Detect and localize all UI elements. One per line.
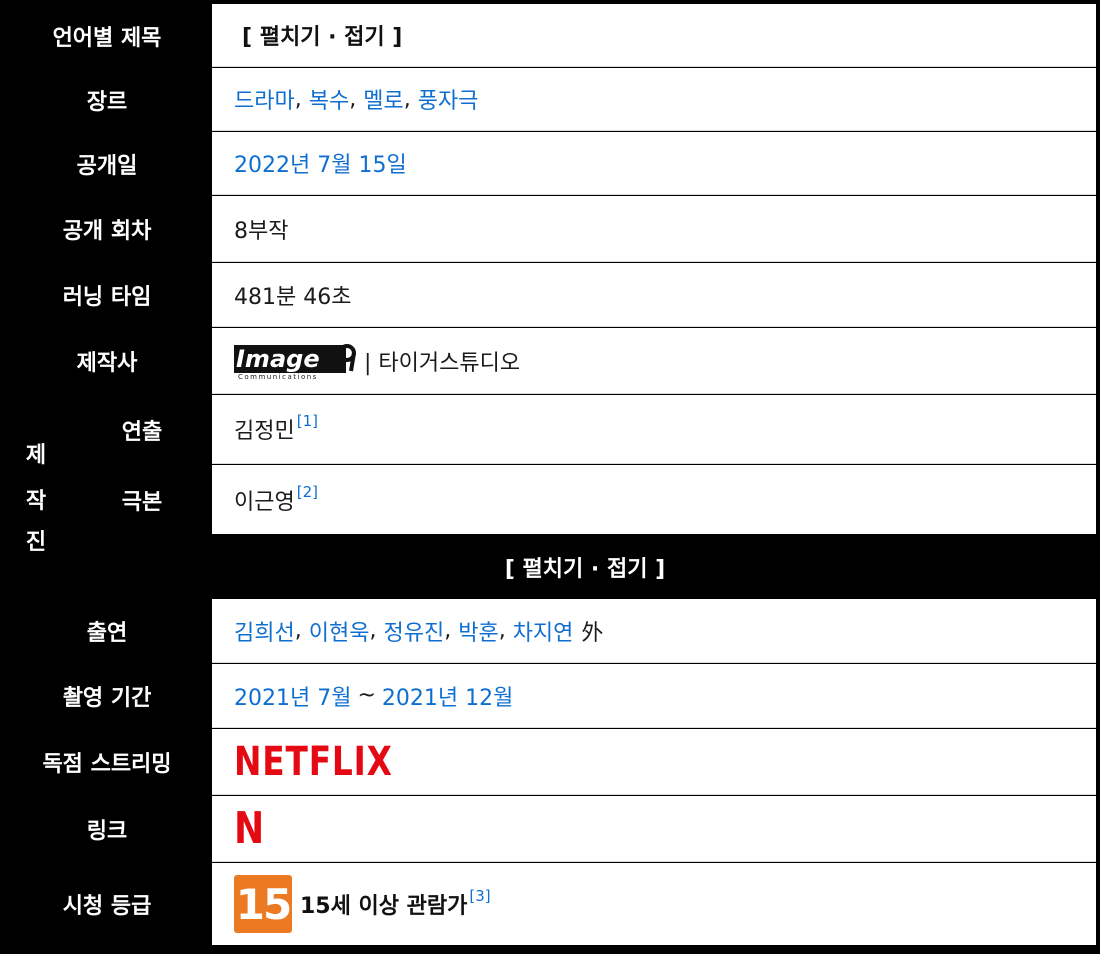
staff-label-char: 제	[25, 443, 47, 468]
age-15-badge-icon[interactable]: 15	[234, 875, 292, 933]
expand-collapse-button[interactable]: [ 펼치기 · 접기 ]	[242, 19, 402, 51]
separator: ,	[498, 618, 513, 643]
cast-link[interactable]: 박훈	[458, 615, 498, 647]
director-name: 김정민	[234, 419, 295, 444]
exclusive-streaming-value: NETFLIX	[212, 729, 1096, 795]
cast-link[interactable]: 차지연	[513, 615, 574, 647]
tilde: ~	[357, 683, 376, 708]
label-genre: 장르	[4, 68, 210, 131]
genre-link[interactable]: 복수	[309, 83, 349, 115]
logo-subtext: Communications	[238, 372, 318, 381]
rating-value: 15 15세 이상 관람가 [3]	[212, 863, 1096, 945]
genre-value: 드라마, 복수, 멜로, 풍자극	[212, 68, 1096, 131]
label-exclusive-streaming: 독점 스트리밍	[4, 729, 210, 795]
logo-word: Image	[236, 344, 320, 373]
cast-link[interactable]: 이현욱	[309, 615, 370, 647]
label-director: 연출	[74, 395, 210, 464]
filming-start-link[interactable]: 2021년 7월	[234, 680, 351, 712]
cast-link[interactable]: 정유진	[383, 615, 444, 647]
separator: ,	[294, 618, 309, 643]
title-by-language-toggle[interactable]: [ 펼치기 · 접기 ]	[212, 4, 1096, 67]
production-company-name: | 타이거스튜디오	[364, 350, 521, 376]
release-date-link[interactable]: 2022년 7월 15일	[234, 147, 407, 179]
footnote-link[interactable]: [1]	[297, 412, 318, 430]
genre-link[interactable]: 멜로	[363, 83, 403, 115]
label-title-by-language: 언어별 제목	[4, 4, 210, 67]
label-episodes: 공개 회차	[4, 196, 210, 262]
genre-link[interactable]: 드라마	[234, 83, 295, 115]
screenplay-value: 이근영 [2]	[212, 465, 1096, 534]
drama-infobox: 언어별 제목 [ 펼치기 · 접기 ] 장르 드라마, 복수, 멜로, 풍자극 …	[0, 0, 1100, 954]
label-screenplay: 극본	[74, 465, 210, 534]
separator: ,	[444, 618, 459, 643]
cast-link[interactable]: 김희선	[234, 615, 295, 647]
screenplay-name: 이근영	[234, 489, 295, 515]
staff-expand-collapse-button[interactable]: [ 펼치기 · 접기 ]	[74, 535, 1096, 598]
filming-end-link[interactable]: 2021년 12월	[382, 680, 513, 712]
label-release-date: 공개일	[4, 132, 210, 195]
separator: ,	[294, 86, 309, 112]
separator: ,	[403, 86, 418, 112]
footnote-link[interactable]: [3]	[469, 887, 490, 905]
genre-link[interactable]: 풍자극	[418, 83, 479, 115]
director-value: 김정민 [1]	[212, 395, 1096, 464]
label-filming-period: 촬영 기간	[4, 664, 210, 728]
image9-logo[interactable]: Image Communications	[234, 339, 358, 383]
cast-suffix: 外	[581, 620, 604, 646]
separator: ,	[369, 618, 384, 643]
separator: ,	[349, 86, 364, 112]
label-link: 링크	[4, 796, 210, 862]
release-date-value: 2022년 7월 15일	[212, 132, 1096, 195]
link-value: N	[212, 796, 1096, 862]
production-company-value: Image Communications | 타이거스튜디오	[212, 328, 1096, 394]
label-running-time: 러닝 타임	[4, 263, 210, 327]
staff-label-char: 작	[25, 489, 47, 514]
running-time-value: 481분 46초	[212, 263, 1096, 327]
filming-period-value: 2021년 7월 ~2021년 12월	[212, 664, 1096, 728]
rating-text: 15세 이상 관람가	[300, 894, 468, 919]
netflix-n-icon[interactable]: N	[234, 803, 265, 854]
netflix-logo[interactable]: NETFLIX	[234, 739, 393, 785]
footnote-link[interactable]: [2]	[297, 483, 318, 501]
label-production-company: 제작사	[4, 328, 210, 394]
staff-label-char: 진	[25, 530, 47, 555]
logo-nine-icon	[338, 343, 356, 371]
cast-value: 김희선, 이현욱, 정유진, 박훈, 차지연 外	[212, 599, 1096, 663]
episodes-value: 8부작	[212, 196, 1096, 262]
label-cast: 출연	[4, 599, 210, 663]
label-rating: 시청 등급	[4, 863, 210, 945]
